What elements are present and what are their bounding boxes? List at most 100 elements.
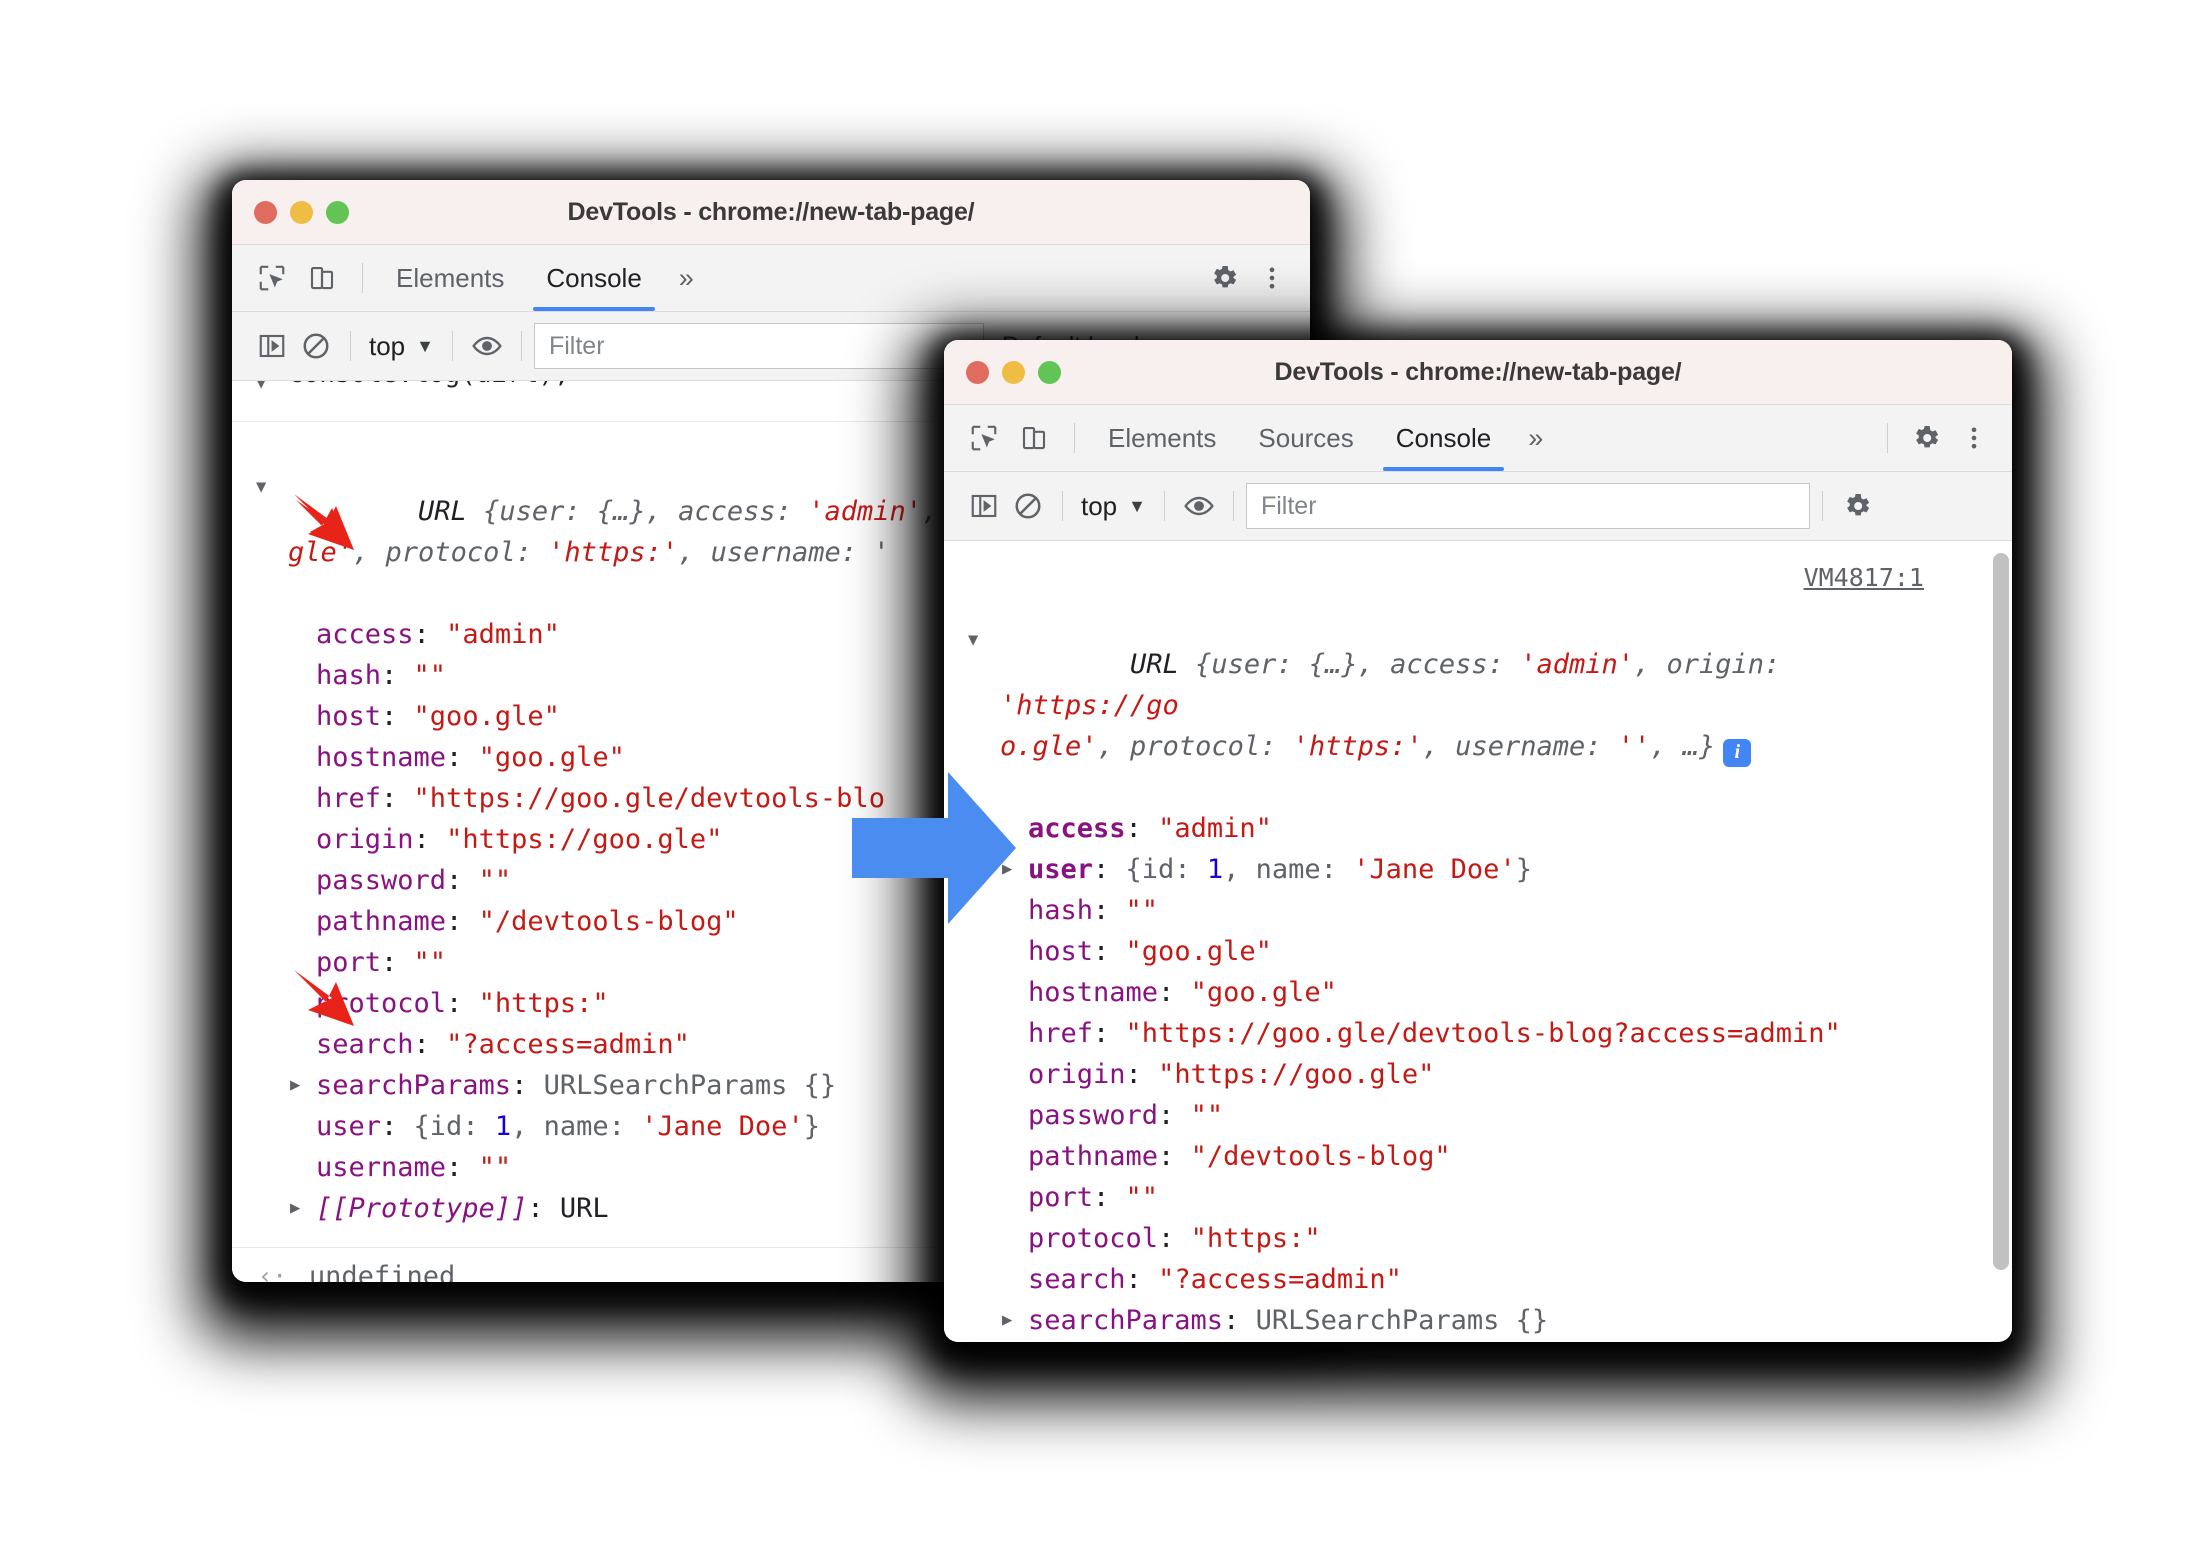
expand-triangle-icon[interactable]: ▶ xyxy=(290,1065,300,1106)
close-button[interactable] xyxy=(966,360,989,384)
filter-input[interactable]: Filter xyxy=(533,323,984,369)
property-value: "goo.gle" xyxy=(413,701,560,732)
property-row[interactable]: ▶ searchParams: URLSearchParams {} xyxy=(944,1300,1972,1341)
property-value: "?access=admin" xyxy=(446,1029,690,1060)
tab-sources[interactable]: Sources xyxy=(1237,405,1374,471)
property-row[interactable]: pathname: "/devtools-blog" xyxy=(944,1136,1972,1177)
property-key: password xyxy=(1028,1100,1159,1131)
property-key: hostname xyxy=(316,742,447,773)
titlebar-before: DevTools - chrome://new-tab-page/ xyxy=(232,180,1310,245)
property-row[interactable]: hash: "" xyxy=(944,890,1972,931)
collapse-triangle-icon[interactable]: ▼ xyxy=(968,620,978,661)
inspect-element-icon[interactable] xyxy=(962,416,1006,460)
clear-console-icon[interactable] xyxy=(1006,484,1050,528)
filter-placeholder: Filter xyxy=(548,331,605,360)
property-key: password xyxy=(316,865,447,896)
window-title: DevTools - chrome://new-tab-page/ xyxy=(1274,357,1682,386)
tab-console[interactable]: Console xyxy=(525,245,662,311)
console-output-after[interactable]: VM4817:1 ▼ URL {user: {…}, access: 'admin… xyxy=(944,541,2012,1342)
property-key: protocol xyxy=(1028,1223,1159,1254)
devtools-tabbar-before: Elements Console » xyxy=(232,245,1310,312)
property-row[interactable]: hostname: "goo.gle" xyxy=(944,972,1972,1013)
property-row[interactable]: port: "" xyxy=(944,1177,1972,1218)
device-toolbar-icon[interactable] xyxy=(1012,416,1056,460)
property-key: host xyxy=(316,701,382,732)
tab-elements[interactable]: Elements xyxy=(375,245,525,311)
maximize-button[interactable] xyxy=(1038,360,1061,384)
more-tabs-icon[interactable]: » xyxy=(663,264,710,292)
tab-console[interactable]: Console xyxy=(1375,405,1512,471)
property-row[interactable]: origin: "https://goo.gle" xyxy=(944,1054,1972,1095)
property-key: pathname xyxy=(1028,1141,1159,1172)
window-title: DevTools - chrome://new-tab-page/ xyxy=(567,197,975,226)
property-key: user xyxy=(316,1111,382,1142)
collapse-triangle-icon[interactable]: ▼ xyxy=(256,467,266,508)
property-value: "https://goo.gle/devtools-blog?access=ad… xyxy=(1125,1018,1841,1049)
execution-context-label: top xyxy=(1081,490,1118,521)
property-value: "https://goo.gle/devtools-blo xyxy=(413,783,885,814)
traffic-lights-after xyxy=(944,360,1061,384)
execution-context-selector[interactable]: top ▼ xyxy=(1075,491,1152,522)
property-value: "goo.gle" xyxy=(478,742,625,773)
object-class-name: URL xyxy=(1130,649,1179,680)
property-row[interactable]: protocol: "https:" xyxy=(944,1218,1972,1259)
property-value: URLSearchParams {} xyxy=(1255,1305,1549,1336)
expand-triangle-icon[interactable]: ▼ xyxy=(256,381,266,404)
property-value: "" xyxy=(413,947,447,978)
tab-elements[interactable]: Elements xyxy=(1087,405,1237,471)
toolbar-divider xyxy=(1887,423,1888,453)
property-row[interactable]: search: "?access=admin" xyxy=(944,1259,1972,1300)
flow-arrow-icon xyxy=(852,772,1016,924)
filter-input[interactable]: Filter xyxy=(1245,483,1810,529)
gear-icon[interactable] xyxy=(1202,256,1246,300)
property-key: searchParams xyxy=(1028,1305,1224,1336)
property-value: "admin" xyxy=(1158,813,1272,844)
close-button[interactable] xyxy=(254,200,277,224)
toolbar-divider xyxy=(1232,491,1234,521)
clear-console-icon[interactable] xyxy=(294,324,338,368)
inspect-element-icon[interactable] xyxy=(250,256,294,300)
live-expression-icon[interactable] xyxy=(1177,484,1221,528)
source-location-link[interactable]: VM4817:1 xyxy=(1804,563,1924,592)
toolbar-divider xyxy=(350,331,351,361)
info-badge-icon[interactable]: i xyxy=(1723,738,1752,767)
console-settings-gear-icon[interactable] xyxy=(1835,484,1879,528)
property-key: access xyxy=(316,619,414,650)
live-expression-icon[interactable] xyxy=(465,324,509,368)
property-value: "goo.gle" xyxy=(1125,936,1272,967)
property-value: "" xyxy=(478,1152,512,1183)
property-row[interactable]: username: "" xyxy=(944,1341,1972,1342)
property-value: "" xyxy=(1125,1182,1159,1213)
maximize-button[interactable] xyxy=(326,200,349,224)
property-value: URL xyxy=(559,1193,609,1224)
property-value: "https://goo.gle" xyxy=(1158,1059,1435,1090)
minimize-button[interactable] xyxy=(1002,360,1025,384)
property-row-own[interactable]: access: "admin" xyxy=(944,808,1972,849)
kebab-menu-icon[interactable] xyxy=(1250,256,1294,300)
device-toolbar-icon[interactable] xyxy=(300,256,344,300)
property-key: href xyxy=(1028,1018,1094,1049)
property-row[interactable]: password: "" xyxy=(944,1095,1972,1136)
devtools-window-after[interactable]: DevTools - chrome://new-tab-page/ Elemen… xyxy=(944,340,2012,1342)
property-row[interactable]: href: "https://goo.gle/devtools-blog?acc… xyxy=(944,1013,1972,1054)
expand-triangle-icon[interactable]: ▶ xyxy=(1002,1300,1012,1341)
console-sidebar-icon[interactable] xyxy=(250,324,294,368)
more-tabs-icon[interactable]: » xyxy=(1512,424,1559,452)
panel-tabs-after: Elements Sources Console » xyxy=(1087,405,1559,471)
tabbar-right-group-before xyxy=(1202,256,1310,300)
titlebar-after: DevTools - chrome://new-tab-page/ xyxy=(944,340,2012,405)
object-log-entry-after: VM4817:1 ▼ URL {user: {…}, access: 'admin… xyxy=(944,541,2012,1342)
object-preview-row-after[interactable]: ▼ URL {user: {…}, access: 'admin', origin… xyxy=(944,603,1972,808)
execution-context-selector[interactable]: top ▼ xyxy=(363,331,440,362)
gear-icon[interactable] xyxy=(1904,416,1948,460)
source-link-row: VM4817:1 xyxy=(944,563,1972,603)
expand-triangle-icon[interactable]: ▶ xyxy=(290,1188,300,1229)
property-value: "https://goo.gle" xyxy=(446,824,723,855)
kebab-menu-icon[interactable] xyxy=(1952,416,1996,460)
minimize-button[interactable] xyxy=(290,200,313,224)
toolbar-divider xyxy=(362,263,363,293)
property-row[interactable]: host: "goo.gle" xyxy=(944,931,1972,972)
console-sidebar-icon[interactable] xyxy=(962,484,1006,528)
highlight-arrow-access-icon xyxy=(294,494,354,550)
property-row-own[interactable]: ▶ user: {id: 1, name: 'Jane Doe'} xyxy=(944,849,1972,890)
